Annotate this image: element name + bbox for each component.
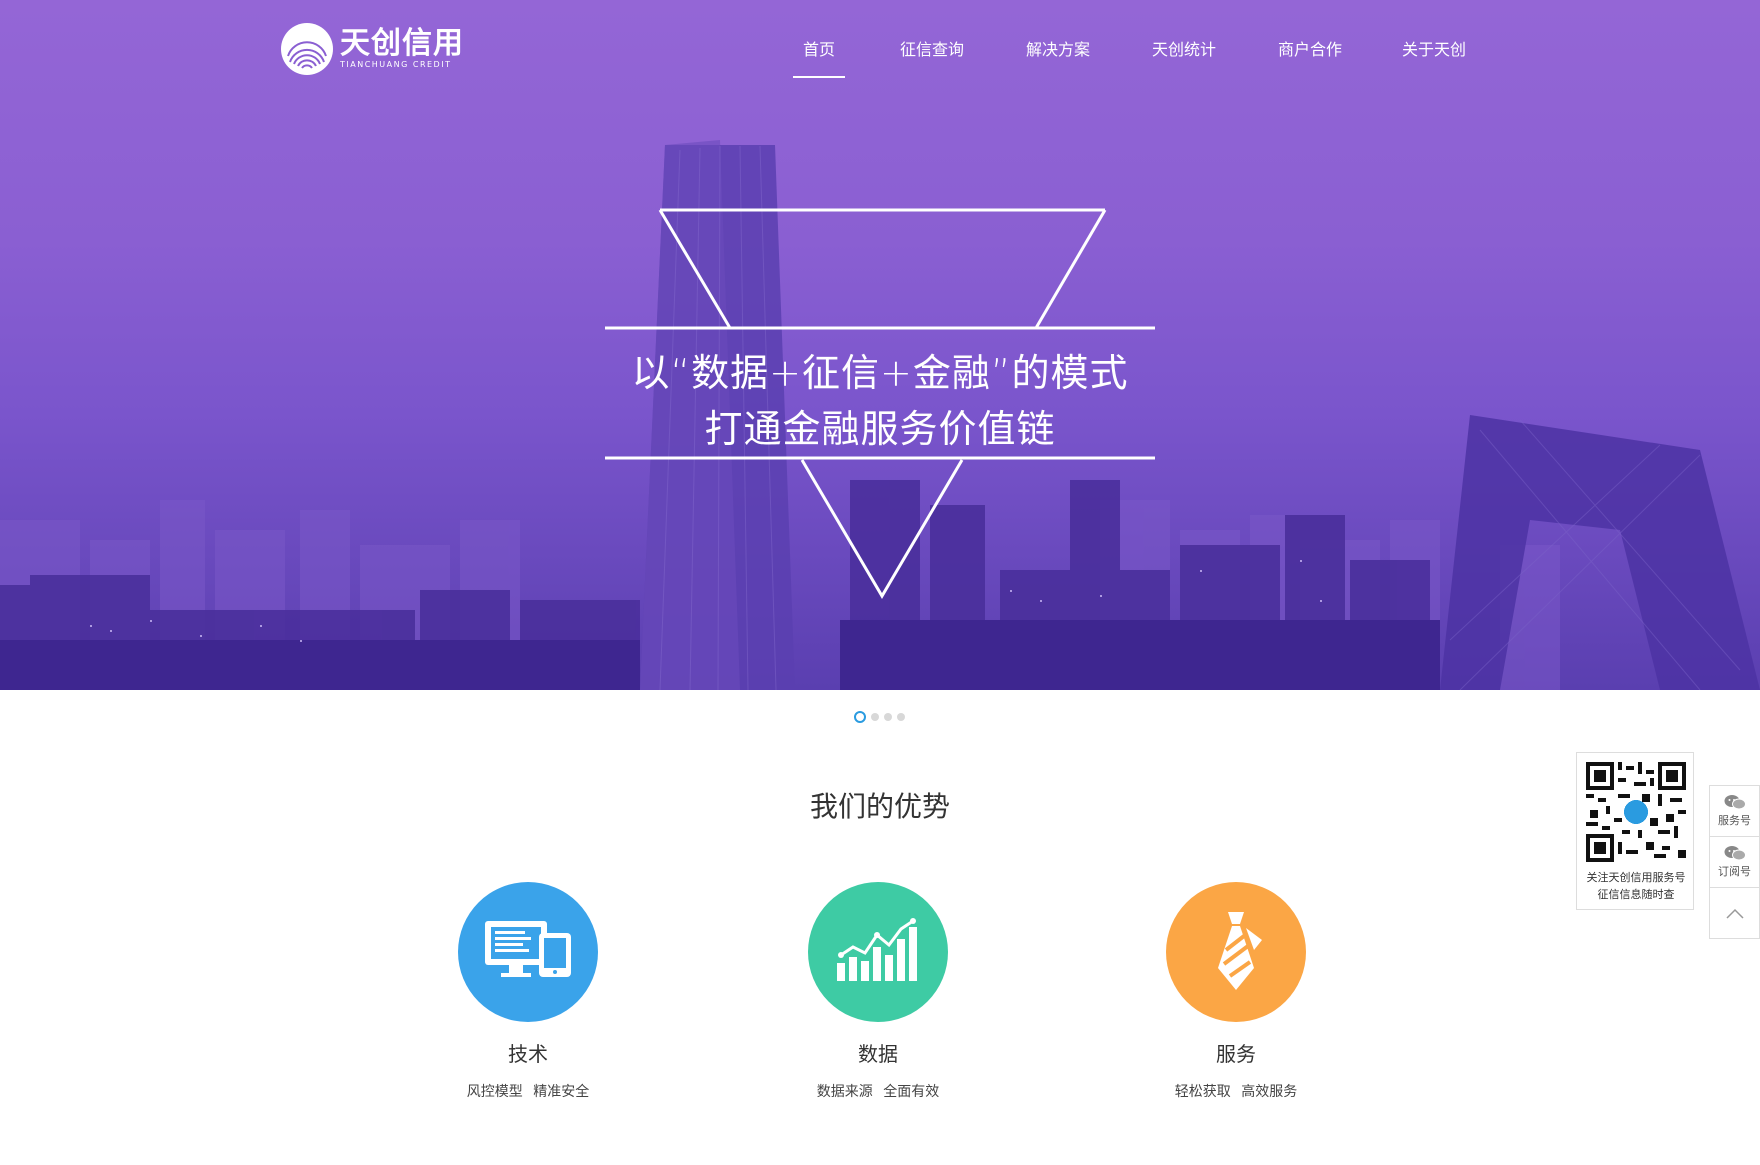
advantages-title: 我们的优势: [809, 790, 950, 823]
feature-technology-desc: 风控模型 精准安全: [466, 1084, 590, 1100]
necktie-icon: [1218, 912, 1262, 990]
side-toolbar: 服务号 订阅号: [1709, 785, 1760, 939]
wechat-icon: [1724, 846, 1746, 861]
qr-code-popup: 关注天创信用服务号 征信信息随时查: [1576, 752, 1694, 910]
service-account-label: 服务号: [1718, 814, 1751, 827]
nav-item-statistics[interactable]: 天创统计: [1152, 36, 1216, 60]
feature-service-desc: 轻松获取 高效服务: [1174, 1084, 1298, 1100]
qr-caption-line2: 征信信息随时查: [1597, 888, 1675, 901]
service-account-button[interactable]: 服务号: [1710, 786, 1759, 837]
qr-code-icon: [1586, 762, 1686, 862]
feature-data: 数据 数据来源 全面有效: [728, 882, 1028, 1101]
nav-item-partners[interactable]: 商户合作: [1278, 36, 1342, 60]
data-icon-circle: [808, 882, 948, 1022]
subscription-account-button[interactable]: 订阅号: [1710, 837, 1759, 888]
feature-technology-title: 技术: [508, 1042, 548, 1066]
carousel-dot-3[interactable]: [884, 713, 892, 721]
chart-icon: [837, 918, 917, 981]
nav-item-home[interactable]: 首页: [792, 36, 846, 78]
subscription-account-label: 订阅号: [1718, 865, 1751, 878]
chevron-up-icon: [1725, 908, 1744, 919]
carousel-dot-4[interactable]: [897, 713, 905, 721]
technology-icon-circle: [458, 882, 598, 1022]
feature-technology: 技术 风控模型 精准安全: [378, 882, 678, 1101]
feature-data-desc: 数据来源 全面有效: [816, 1084, 940, 1100]
qr-caption-line1: 关注天创信用服务号: [1586, 871, 1686, 884]
feature-service: 服务 轻松获取 高效服务: [1086, 882, 1386, 1101]
hero-headline: 以“数据+征信+金融”的模式: [631, 351, 1129, 395]
feature-data-title: 数据: [858, 1042, 898, 1066]
hero-banner: 天创信用 TIANCHUANG CREDIT 首页 征信查询 解决方案 天创统计…: [0, 0, 1760, 690]
carousel-pagination: [854, 711, 905, 723]
qr-popup-arrow: [1694, 800, 1703, 818]
wechat-icon: [1724, 795, 1746, 810]
computer-tablet-icon: [485, 921, 571, 977]
hero-subheadline: 打通金融服务价值链: [704, 407, 1056, 451]
carousel-dot-1[interactable]: [854, 711, 866, 723]
back-to-top-button[interactable]: [1710, 888, 1759, 939]
carousel-dot-2[interactable]: [871, 713, 879, 721]
nav-item-credit-query[interactable]: 征信查询: [900, 36, 964, 60]
feature-service-title: 服务: [1216, 1042, 1256, 1066]
service-icon-circle: [1166, 882, 1306, 1022]
main-nav: 首页 征信查询 解决方案 天创统计 商户合作 关于天创: [0, 36, 1760, 78]
nav-item-solutions[interactable]: 解决方案: [1026, 36, 1090, 60]
nav-item-about[interactable]: 关于天创: [1402, 36, 1466, 60]
